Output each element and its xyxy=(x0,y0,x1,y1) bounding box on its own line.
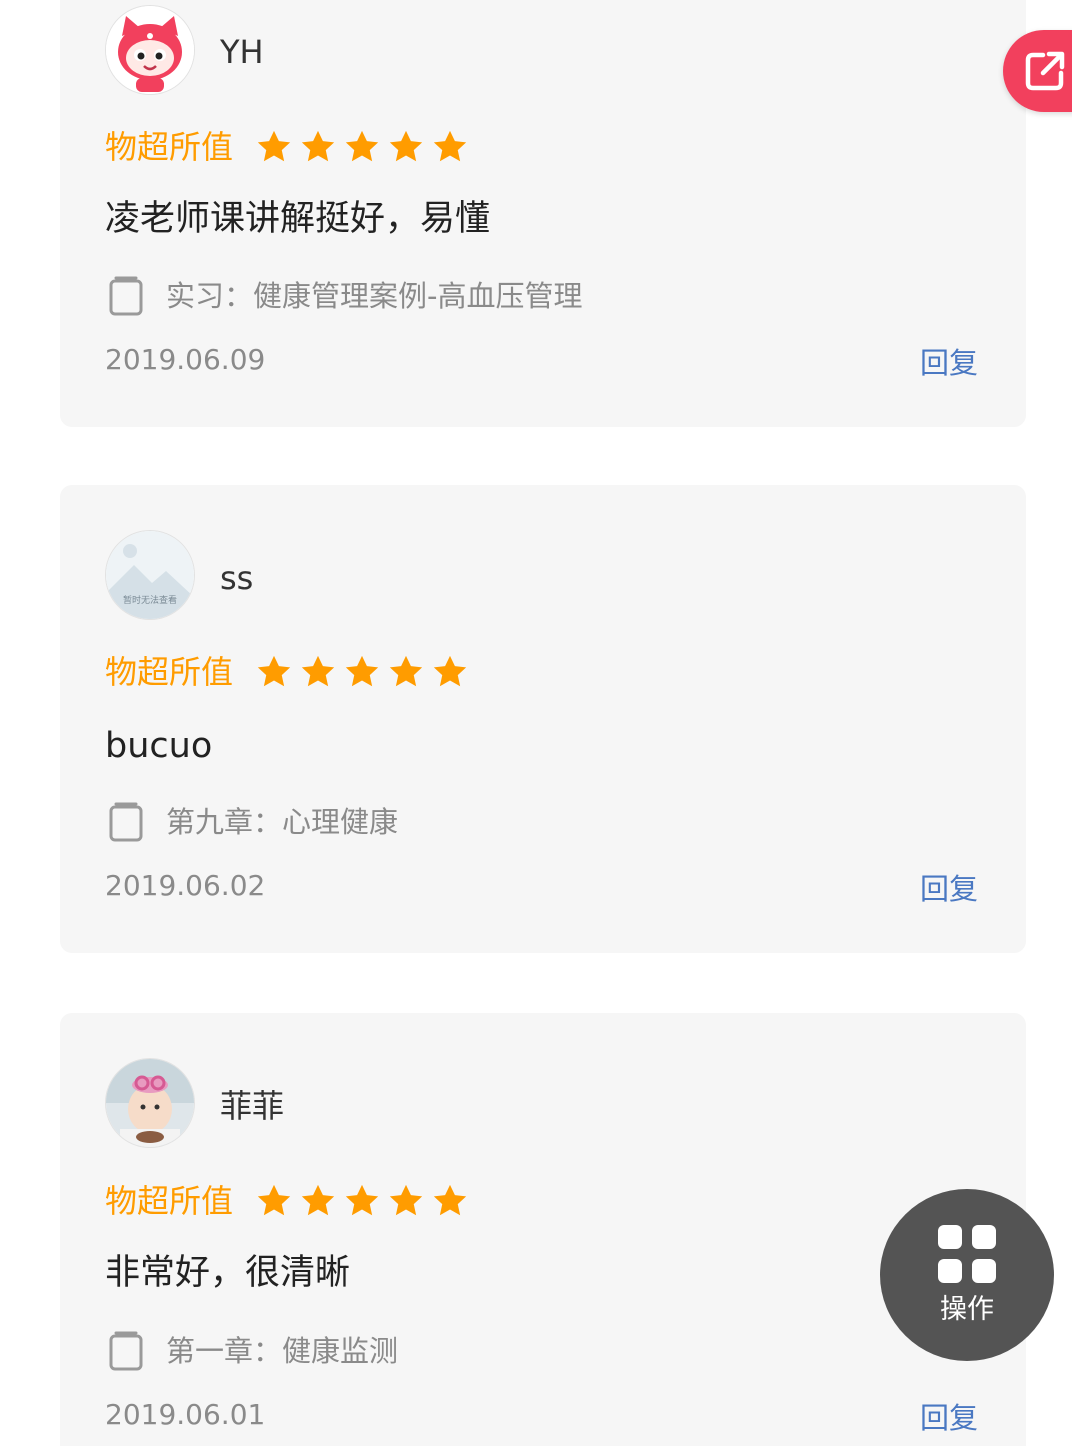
review-card: YH 物超所值 凌老师课讲解挺好，易懂 实习：健康管理案例-高血压管理 2019… xyxy=(60,0,1026,427)
rating-label: 物超所值 xyxy=(105,1182,234,1220)
operate-button[interactable]: 操作 xyxy=(880,1189,1054,1361)
rating-label: 物超所值 xyxy=(105,128,234,166)
review-date: 2019.06.02 xyxy=(105,869,266,902)
book-icon xyxy=(109,802,143,842)
reply-button[interactable]: 回复 xyxy=(920,343,978,383)
grid-icon xyxy=(938,1225,996,1283)
review-card: 菲菲 物超所值 非常好，很清晰 第一章：健康监测 2019.06.01 回复 xyxy=(60,1013,1026,1446)
star-icon xyxy=(433,655,467,687)
star-icon xyxy=(301,130,335,162)
review-date: 2019.06.01 xyxy=(105,1398,266,1431)
star-icon xyxy=(257,655,291,687)
star-icon xyxy=(345,130,379,162)
cartoon-cat-avatar-icon xyxy=(106,6,194,94)
placeholder-avatar-text: 暂时无法查看 xyxy=(122,596,177,606)
star-icon xyxy=(301,1184,335,1216)
chapter-text: 第一章：健康监测 xyxy=(166,1334,399,1368)
username: 菲菲 xyxy=(220,1087,285,1125)
star-icon xyxy=(433,130,467,162)
external-link-icon xyxy=(1025,51,1065,91)
star-icon xyxy=(301,655,335,687)
star-rating xyxy=(255,653,475,691)
rating-row: 物超所值 xyxy=(105,125,475,169)
star-icon xyxy=(389,1184,423,1216)
book-icon xyxy=(109,276,143,316)
avatar[interactable]: 暂时无法查看 xyxy=(105,530,195,620)
rating-row: 物超所值 xyxy=(105,1179,475,1223)
review-comment: 凌老师课讲解挺好，易懂 xyxy=(105,199,491,239)
book-icon xyxy=(109,1331,143,1371)
star-icon xyxy=(345,1184,379,1216)
review-comment: 非常好，很清晰 xyxy=(105,1253,351,1293)
star-rating xyxy=(255,128,475,166)
operate-label: 操作 xyxy=(940,1294,994,1325)
rating-row: 物超所值 xyxy=(105,650,475,694)
username: YH xyxy=(220,33,264,71)
star-rating xyxy=(255,1182,475,1220)
chapter-text: 第九章：心理健康 xyxy=(166,805,399,839)
username: ss xyxy=(220,559,254,597)
star-icon xyxy=(345,655,379,687)
review-card: 暂时无法查看 ss 物超所值 bucuo 第九章：心理健康 2019.06.02… xyxy=(60,485,1026,953)
avatar[interactable] xyxy=(105,1058,195,1148)
chapter-link[interactable]: 第九章：心理健康 xyxy=(108,800,398,844)
chapter-link[interactable]: 实习：健康管理案例-高血压管理 xyxy=(108,274,582,318)
avatar[interactable] xyxy=(105,5,195,95)
review-list-page: YH 物超所值 凌老师课讲解挺好，易懂 实习：健康管理案例-高血压管理 2019… xyxy=(0,0,1072,1446)
chapter-link[interactable]: 第一章：健康监测 xyxy=(108,1329,398,1373)
baby-photo-avatar-icon xyxy=(106,1059,194,1147)
review-date: 2019.06.09 xyxy=(105,343,266,376)
star-icon xyxy=(389,130,423,162)
star-icon xyxy=(257,130,291,162)
reply-button[interactable]: 回复 xyxy=(920,1398,978,1438)
rating-label: 物超所值 xyxy=(105,653,234,691)
star-icon xyxy=(257,1184,291,1216)
review-comment: bucuo xyxy=(105,726,213,766)
star-icon xyxy=(389,655,423,687)
chapter-text: 实习：健康管理案例-高血压管理 xyxy=(166,279,583,313)
reply-button[interactable]: 回复 xyxy=(920,869,978,909)
star-icon xyxy=(433,1184,467,1216)
